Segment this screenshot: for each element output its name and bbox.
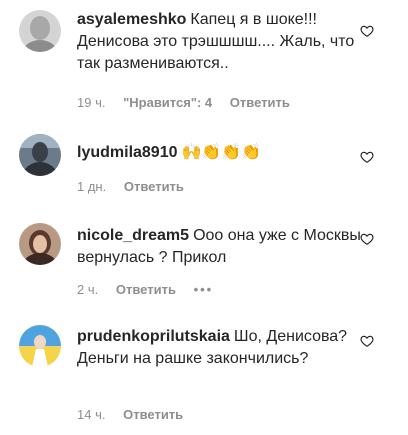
heart-icon[interactable] <box>360 232 374 246</box>
comment-text: lyudmila8910 🙌👏👏👏 <box>77 142 377 164</box>
avatar[interactable] <box>19 325 61 367</box>
comment-username[interactable]: nicole_dream5 <box>77 227 189 244</box>
avatar[interactable] <box>19 10 61 52</box>
comment-time[interactable]: 14 ч. <box>77 407 105 422</box>
comment-text: asyalemeshko Капец я в шоке!!! Денисова э… <box>77 9 377 75</box>
reply-button[interactable]: Ответить <box>123 407 183 422</box>
comment-username[interactable]: asyalemeshko <box>77 11 186 28</box>
comment-content: 🙌👏👏👏 <box>181 144 262 161</box>
reply-button[interactable]: Ответить <box>124 179 184 194</box>
comment-meta: 1 дн. Ответить <box>77 179 198 194</box>
avatar[interactable] <box>19 223 61 265</box>
comment-text: prudenkoprilutskaia Шо, Денисова? Деньги … <box>77 326 377 370</box>
avatar[interactable] <box>19 134 61 176</box>
comment-time[interactable]: 2 ч. <box>77 282 98 297</box>
comment-time[interactable]: 19 ч. <box>77 95 105 110</box>
comment-meta: 2 ч. Ответить ••• <box>77 282 227 297</box>
more-options-icon[interactable]: ••• <box>194 282 214 297</box>
comment-username[interactable]: lyudmila8910 <box>77 144 178 161</box>
likes-count[interactable]: "Нравится": 4 <box>123 95 212 110</box>
reply-button[interactable]: Ответить <box>230 95 290 110</box>
comment-time[interactable]: 1 дн. <box>77 179 106 194</box>
heart-icon[interactable] <box>360 334 374 348</box>
heart-icon[interactable] <box>360 150 374 164</box>
comment-username[interactable]: prudenkoprilutskaia <box>77 328 230 345</box>
comment-meta: 14 ч. Ответить <box>77 407 197 422</box>
comment-text: nicole_dream5 Ооо она уже с Москвы вернул… <box>77 225 377 269</box>
comment-meta: 19 ч. "Нравится": 4 Ответить <box>77 95 304 110</box>
heart-icon[interactable] <box>360 24 374 38</box>
reply-button[interactable]: Ответить <box>116 282 176 297</box>
